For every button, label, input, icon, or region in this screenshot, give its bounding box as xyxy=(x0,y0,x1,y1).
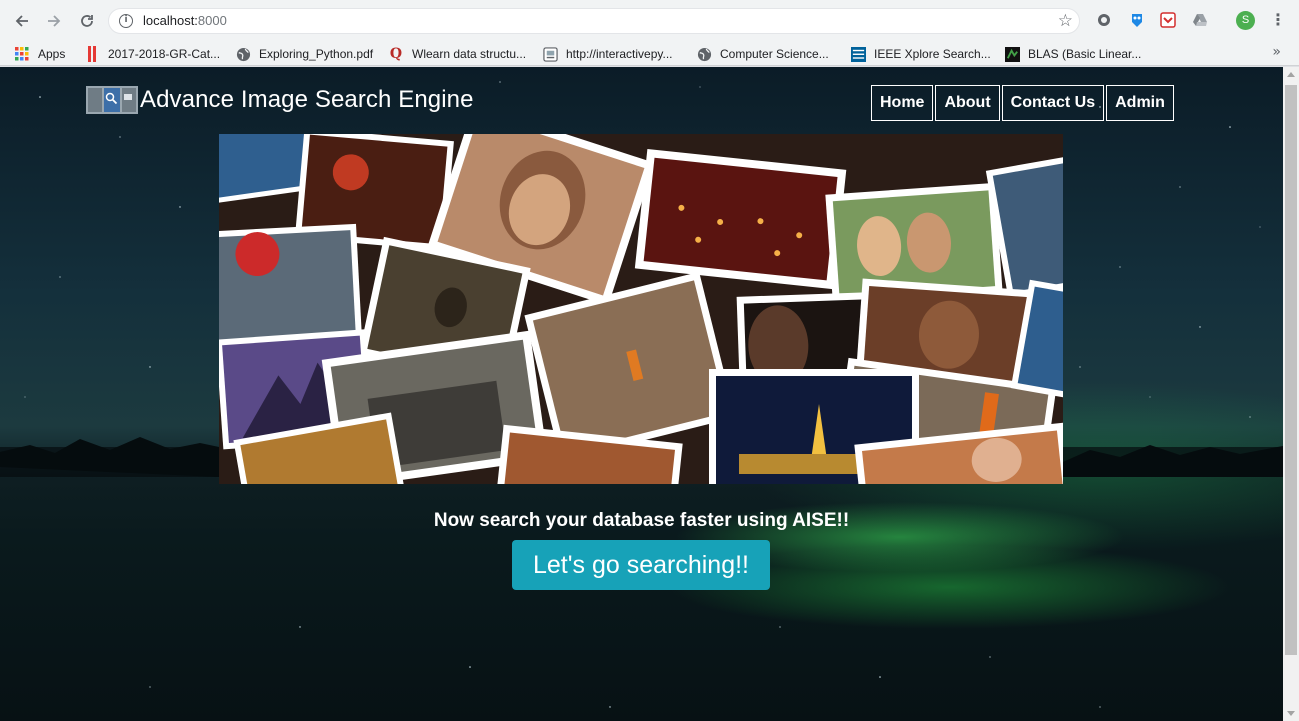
bookmark-label: http://interactivepy... xyxy=(566,47,673,61)
brand[interactable]: Advance Image Search Engine xyxy=(86,84,474,116)
bookmark-label: Apps xyxy=(38,47,66,61)
info-icon[interactable]: i xyxy=(119,14,133,28)
bookmark-star-icon[interactable]: ☆ xyxy=(1058,10,1073,32)
ieee-icon xyxy=(850,46,866,62)
bookmark-red-icon xyxy=(84,46,100,62)
hero-collage-image xyxy=(219,134,1063,484)
forward-button[interactable] xyxy=(41,8,67,34)
nav-admin[interactable]: Admin xyxy=(1106,85,1174,121)
browser-toolbar: i localhost:8000 ☆ S ⋮ xyxy=(0,0,1299,41)
browser-menu-icon[interactable]: ⋮ xyxy=(1270,12,1286,30)
bookmark-blas[interactable]: BLAS (Basic Linear... xyxy=(1004,45,1141,63)
bookmark-label: Wlearn data structu... xyxy=(412,47,527,61)
scroll-up-icon[interactable] xyxy=(1287,72,1295,77)
blas-icon xyxy=(1004,46,1020,62)
arrow-right-icon xyxy=(48,15,61,27)
logo-icon xyxy=(86,86,138,114)
lets-go-searching-button[interactable]: Let's go searching!! xyxy=(512,540,770,590)
url-text: localhost:8000 xyxy=(143,13,227,28)
page-scrollbar[interactable] xyxy=(1283,67,1299,721)
bookmark-label: Computer Science... xyxy=(720,47,829,61)
bookmarks-bar: Apps 2017-2018-GR-Cat... Exploring_Pytho… xyxy=(0,41,1299,66)
bookmark-wlearn[interactable]: Q Wlearn data structu... xyxy=(388,45,526,63)
page-title: Advance Image Search Engine xyxy=(140,86,474,113)
page-viewport: Advance Image Search Engine Home About C… xyxy=(0,67,1283,721)
bookmark-label: Exploring_Python.pdf xyxy=(259,47,374,61)
bookmark-interactivepython[interactable]: http://interactivepy... xyxy=(542,45,673,63)
bookmark-label: BLAS (Basic Linear... xyxy=(1028,47,1142,61)
nav-home[interactable]: Home xyxy=(871,85,934,121)
globe-icon xyxy=(696,46,712,62)
nav-about[interactable]: About xyxy=(935,85,1000,121)
nav-contact-us[interactable]: Contact Us xyxy=(1001,85,1105,121)
tagline: Now search your database faster using AI… xyxy=(433,510,850,531)
bookmark-label: 2017-2018-GR-Cat... xyxy=(108,47,221,61)
bookmark-apps[interactable]: Apps xyxy=(14,45,65,63)
quora-icon: Q xyxy=(389,46,403,62)
apps-grid-icon xyxy=(14,46,30,62)
arrow-left-icon xyxy=(15,15,28,27)
address-bar[interactable]: i localhost:8000 ☆ xyxy=(108,8,1080,34)
extension-circle-icon[interactable] xyxy=(1096,12,1112,28)
extension-drive-icon[interactable] xyxy=(1192,12,1208,28)
bookmark-ieee-xplore[interactable]: IEEE Xplore Search... xyxy=(850,45,991,63)
scroll-down-icon[interactable] xyxy=(1287,711,1295,716)
extension-pocket-icon[interactable] xyxy=(1160,12,1176,28)
globe-icon xyxy=(235,46,251,62)
reload-icon xyxy=(81,15,93,27)
back-button[interactable] xyxy=(9,8,35,34)
extension-owl-icon[interactable] xyxy=(1129,12,1145,28)
bookmark-gr-cat[interactable]: 2017-2018-GR-Cat... xyxy=(84,45,220,63)
profile-avatar[interactable]: S xyxy=(1236,11,1255,30)
page-icon xyxy=(542,46,558,62)
more-bookmarks-icon[interactable]: » xyxy=(1272,44,1281,60)
bookmark-exploring-python[interactable]: Exploring_Python.pdf xyxy=(235,45,373,63)
bookmark-label: IEEE Xplore Search... xyxy=(874,47,991,61)
main-nav: Home About Contact Us Admin xyxy=(871,85,1174,121)
scrollbar-thumb[interactable] xyxy=(1285,85,1297,655)
reload-button[interactable] xyxy=(74,8,100,34)
bookmark-computer-science[interactable]: Computer Science... xyxy=(696,45,829,63)
